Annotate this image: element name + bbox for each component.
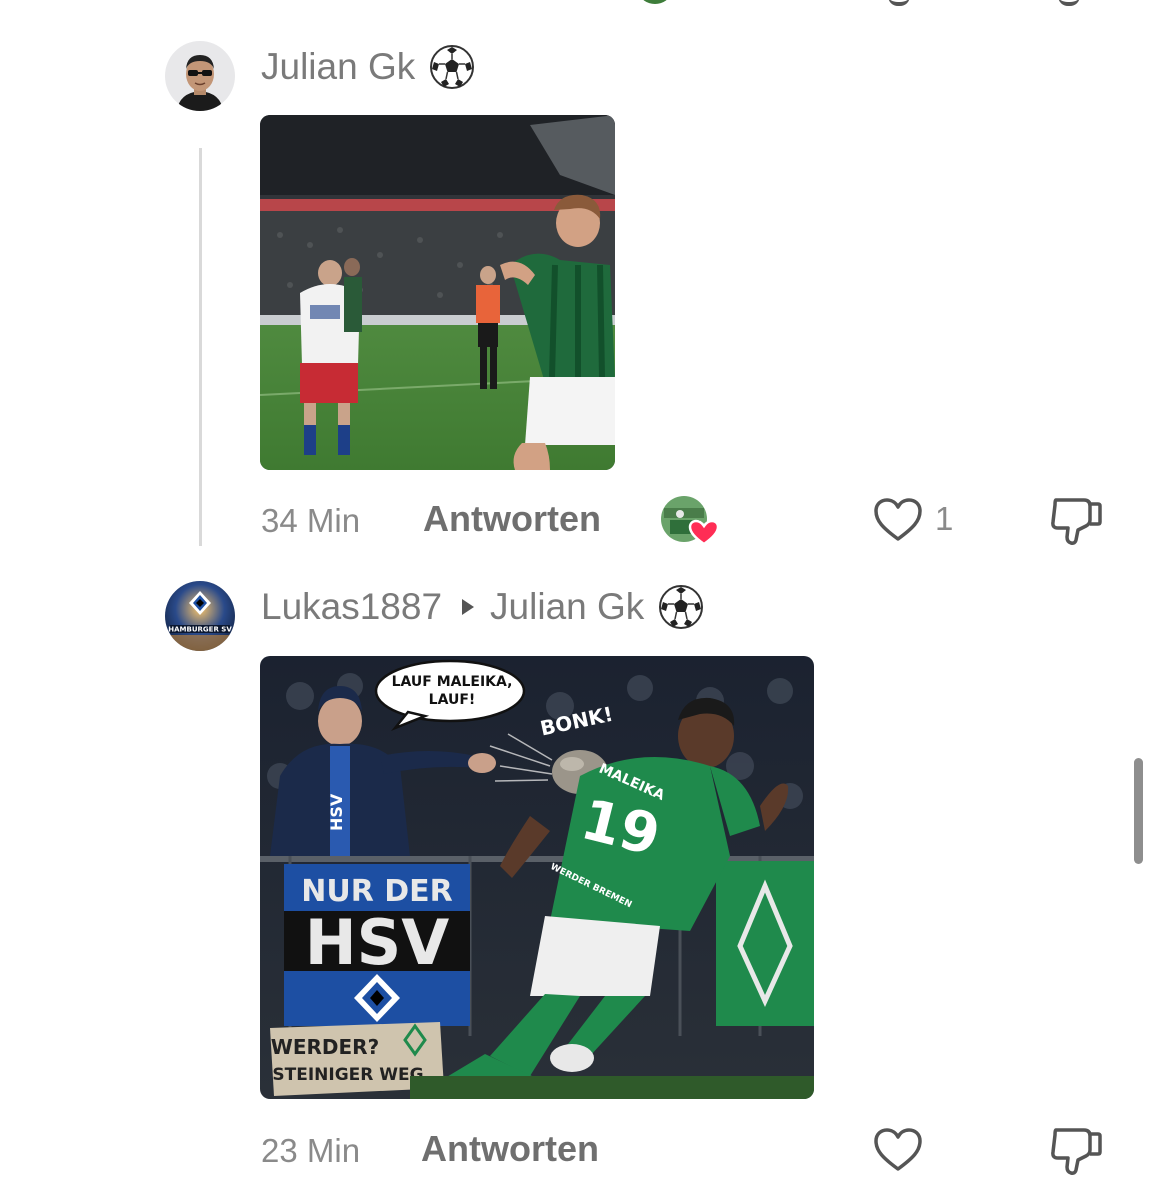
avatar[interactable] [165, 41, 235, 111]
banner-main-text: HSV [305, 906, 450, 979]
comment-time: 23 Min [261, 1132, 361, 1169]
reply-arrow-icon [462, 599, 475, 615]
previous-comment-fragment [0, 0, 1153, 6]
dislike-icon[interactable] [1048, 1124, 1104, 1178]
reply-to-name[interactable]: Julian Gk [490, 586, 644, 628]
meme-image: NUR DER HSV HSV LAUF MALEIKA, LAUF! BONK… [260, 656, 814, 1099]
heart-icon [688, 519, 720, 546]
previous-creator-like-icon [640, 0, 670, 4]
avatar[interactable]: HAMBURGER SV [165, 581, 235, 651]
comment-time: 34 Min [261, 502, 361, 539]
scrollbar[interactable] [1134, 758, 1143, 864]
previous-dislike-icon [1058, 0, 1080, 6]
avatar-hamburger-sv-stadium-icon: HAMBURGER SV [165, 581, 235, 651]
comment-header: Julian Gk [261, 44, 475, 90]
like-heart-icon[interactable] [872, 1126, 924, 1174]
comment-header: Lukas1887 Julian Gk [261, 584, 704, 630]
thread-line [199, 148, 202, 546]
sign-line1-text: WERDER? [271, 1035, 379, 1059]
previous-like-icon [888, 0, 910, 6]
comment-actions: 34 Min Antworten 1 [0, 494, 1153, 550]
author-name[interactable]: Julian Gk [261, 46, 415, 88]
reply-button[interactable]: Antworten [421, 1128, 599, 1170]
soccer-ball-icon [658, 584, 704, 630]
soccer-ball-icon [429, 44, 475, 90]
avatar-text: HAMBURGER SV [168, 626, 232, 634]
author-name[interactable]: Lukas1887 [261, 586, 442, 628]
reply-button[interactable]: Antworten [423, 498, 601, 540]
football-match-image [260, 115, 615, 470]
banner-top-text: NUR DER [301, 874, 453, 909]
like-heart-icon[interactable] [872, 496, 924, 544]
creator-liked-badge [660, 494, 720, 548]
like-count: 1 [935, 500, 954, 537]
avatar-man-sunglasses-icon [165, 41, 235, 111]
comment-gif[interactable] [260, 115, 615, 470]
scarf-text: HSV [327, 793, 346, 831]
comment-actions: 23 Min Antworten [0, 1124, 1153, 1180]
comment-image[interactable]: NUR DER HSV HSV LAUF MALEIKA, LAUF! BONK… [260, 656, 814, 1099]
sign-line2-text: STEINIGER WEG [272, 1065, 423, 1085]
dislike-icon[interactable] [1048, 494, 1104, 548]
